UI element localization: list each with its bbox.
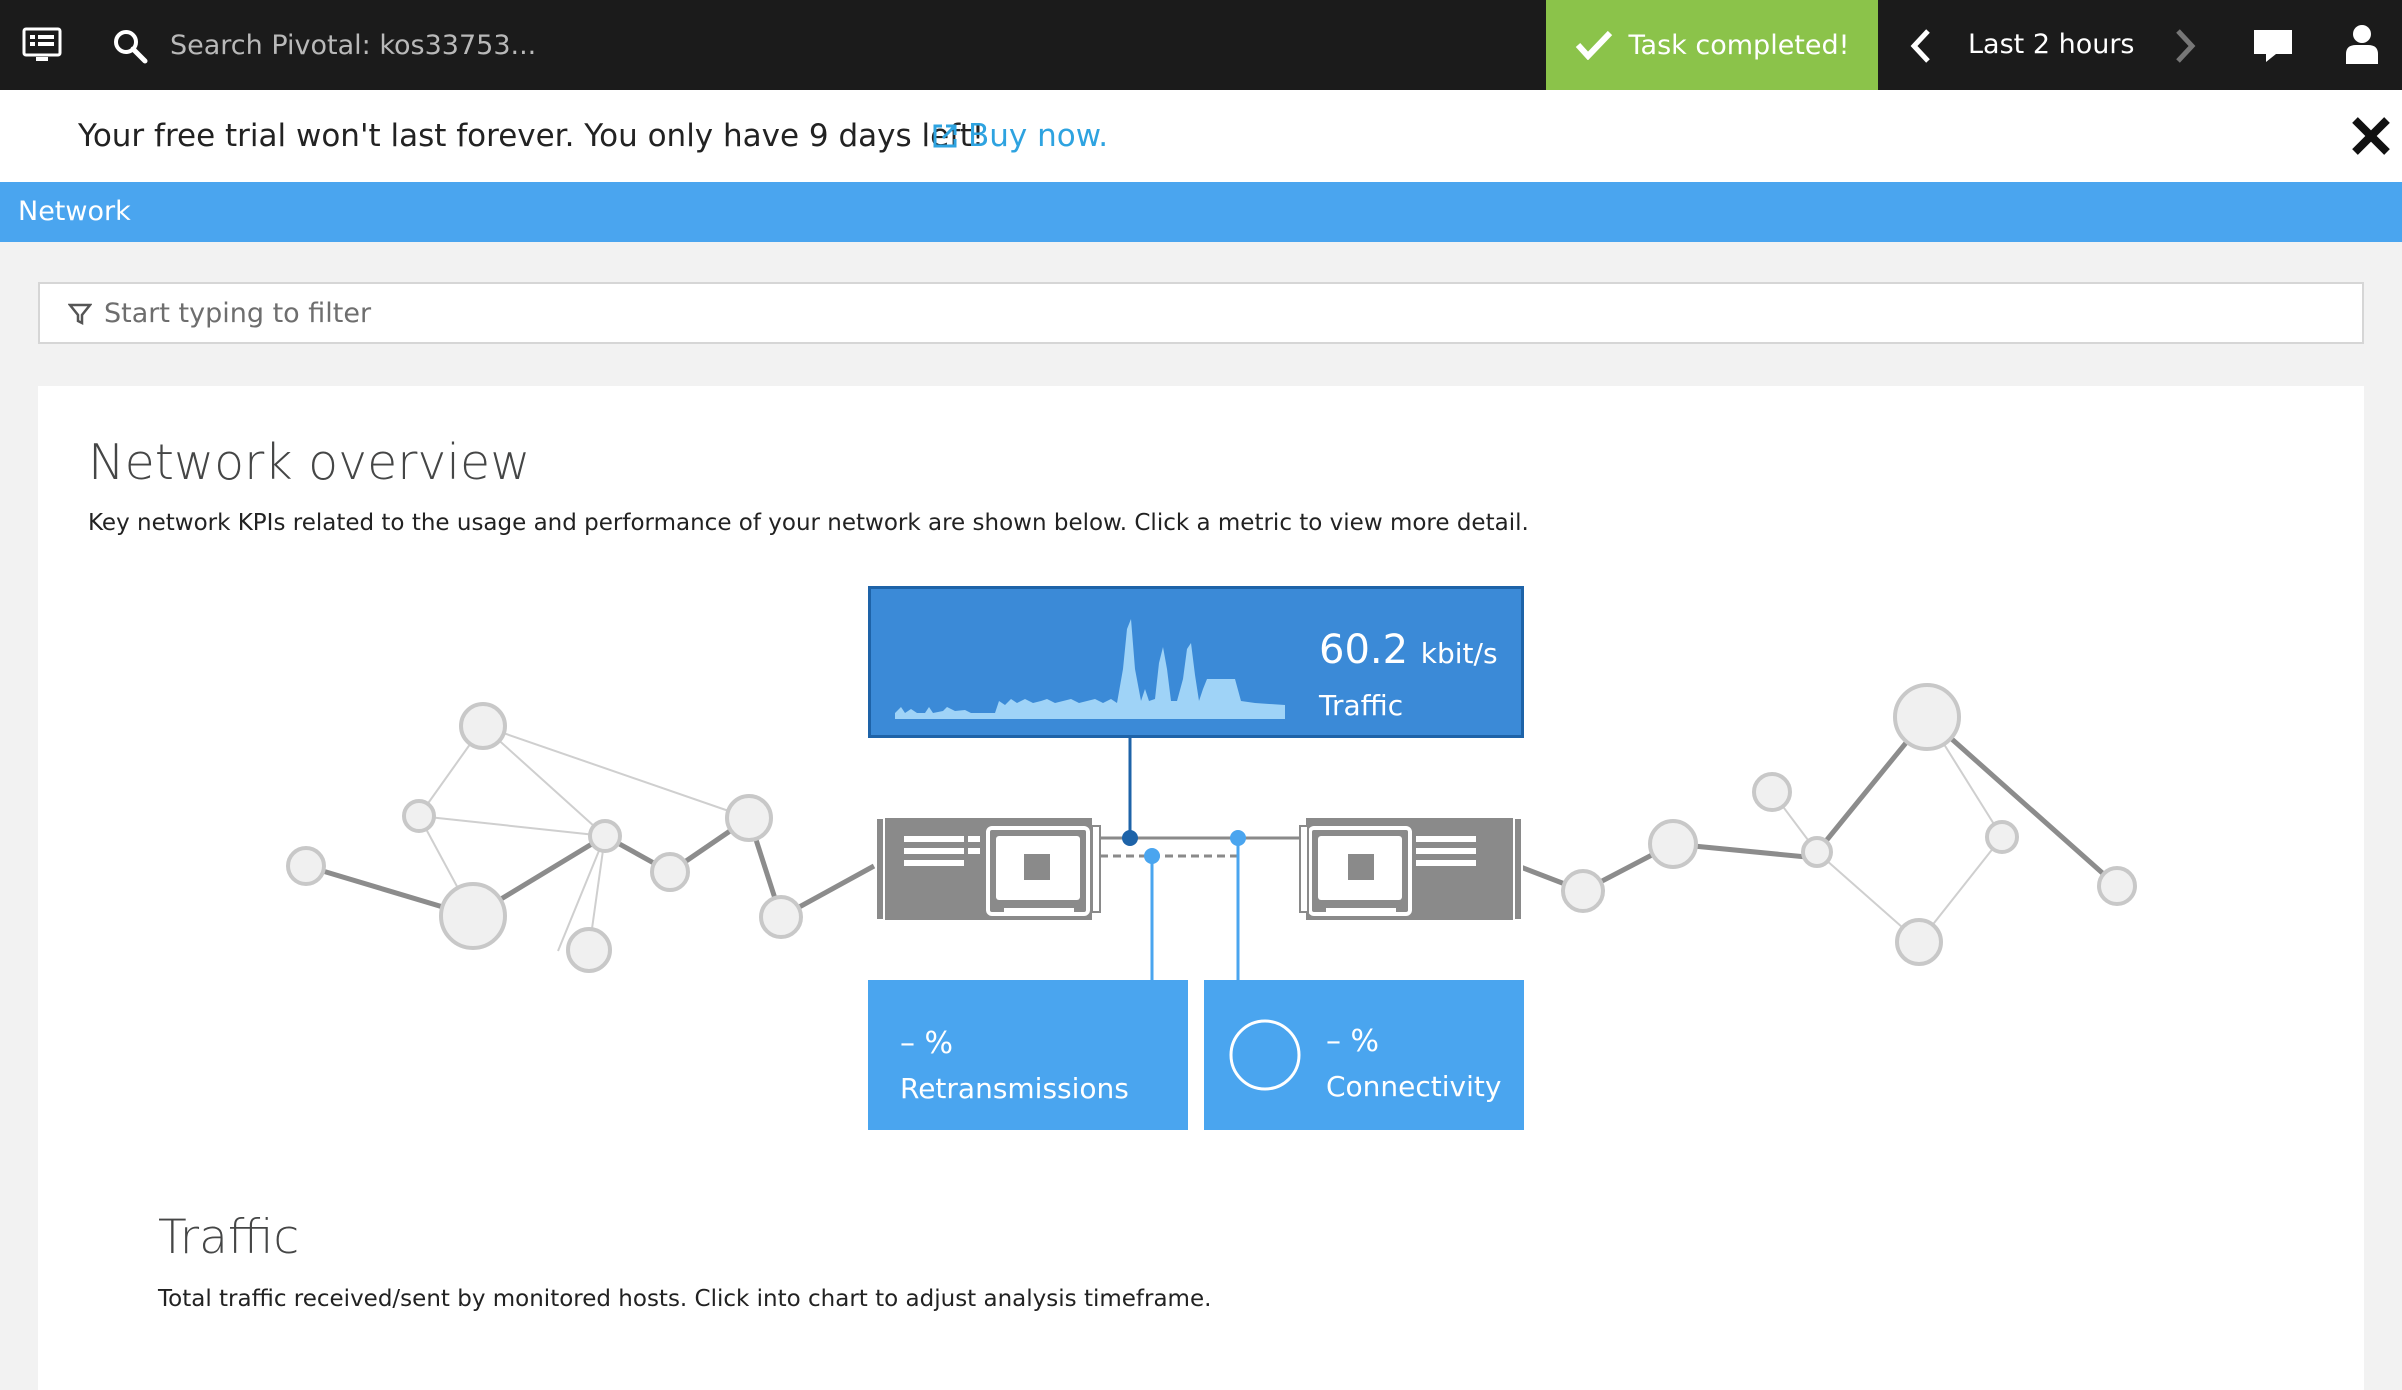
chevron-right-icon[interactable] [2172, 27, 2200, 65]
section-title: Network [18, 196, 131, 227]
search-icon [114, 30, 148, 64]
menu-icon[interactable] [22, 27, 62, 63]
traffic-value: 60.2 kbit/s [1319, 627, 1498, 673]
network-diagram: 60.2 kbit/s Traffic – % Retransmissions … [38, 586, 2364, 1186]
traffic-sparkline [895, 619, 1285, 719]
close-icon[interactable] [2350, 112, 2392, 160]
filter-input[interactable] [104, 292, 2304, 334]
traffic-unit: kbit/s [1420, 637, 1498, 670]
checkmark-icon [1575, 30, 1612, 60]
buy-now-link[interactable]: Buy now. [932, 90, 1108, 182]
connectivity-kpi-tile[interactable]: – % Connectivity [1204, 980, 1524, 1130]
connectivity-ring-icon [1229, 1019, 1301, 1091]
right-switch-graphic [1299, 817, 1523, 921]
user-icon[interactable] [2344, 24, 2380, 64]
retransmissions-kpi-tile[interactable]: – % Retransmissions [868, 980, 1188, 1130]
external-link-icon [933, 124, 957, 148]
filter-bar [38, 282, 2364, 344]
search-input[interactable] [170, 24, 970, 66]
retransmissions-value: – % [900, 1026, 954, 1061]
connectivity-label: Connectivity [1326, 1070, 1502, 1103]
trial-message: Your free trial won't last forever. You … [78, 118, 985, 154]
section-header: Network [0, 182, 2402, 242]
retransmissions-label: Retransmissions [900, 1072, 1129, 1105]
network-overview-card: Network overview Key network KPIs relate… [38, 386, 2364, 1390]
chat-icon[interactable] [2252, 28, 2294, 64]
top-navigation-bar: Task completed! Last 2 hours [0, 0, 2402, 90]
timeframe-selector[interactable]: Last 2 hours [1968, 0, 2135, 90]
filter-icon [68, 303, 92, 326]
connectivity-value: – % [1326, 1024, 1380, 1059]
traffic-section-title: Traffic [158, 1210, 300, 1265]
task-status-label: Task completed! [1628, 29, 1850, 61]
buy-now-label: Buy now. [968, 118, 1109, 154]
traffic-section-description: Total traffic received/sent by monitored… [158, 1286, 1212, 1312]
chevron-left-icon[interactable] [1906, 27, 1934, 65]
task-status-badge: Task completed! [1546, 0, 1878, 90]
traffic-kpi-tile[interactable]: 60.2 kbit/s Traffic [868, 586, 1524, 738]
overview-title: Network overview [88, 434, 531, 491]
overview-description: Key network KPIs related to the usage an… [88, 510, 1529, 536]
traffic-label: Traffic [1319, 689, 1404, 722]
traffic-number: 60.2 [1319, 627, 1409, 673]
left-switch-graphic [875, 817, 1101, 921]
trial-banner: Your free trial won't last forever. You … [0, 90, 2402, 182]
